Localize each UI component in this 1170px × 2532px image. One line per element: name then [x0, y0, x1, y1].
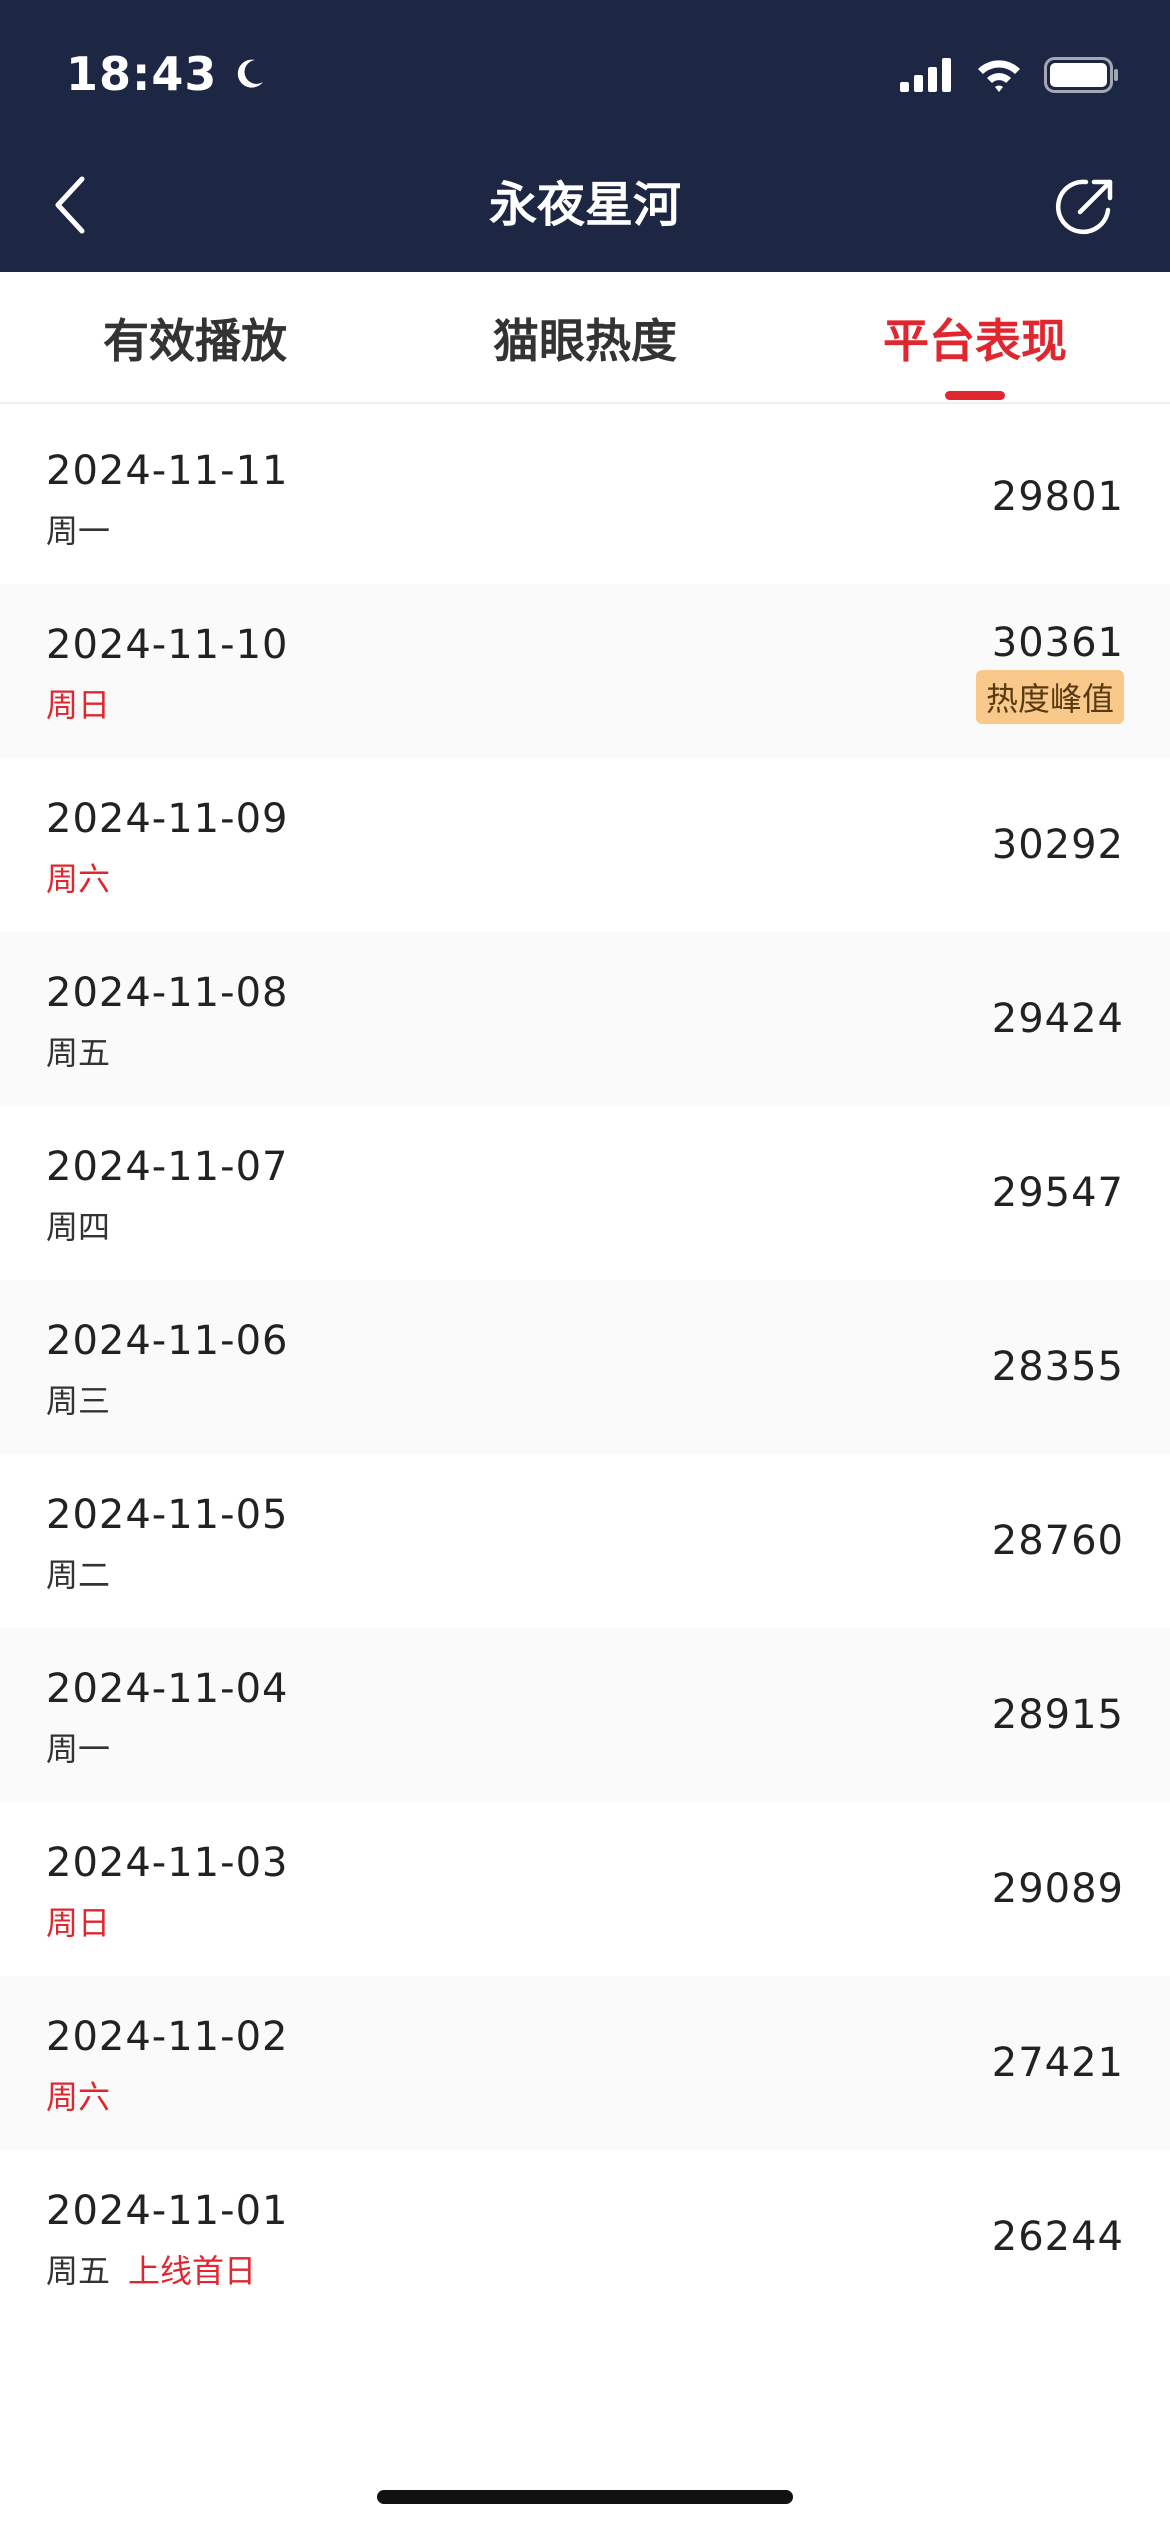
list-item[interactable]: 2024-11-10 周日 30361 热度峰值: [0, 584, 1170, 758]
cellular-signal-icon: [900, 58, 951, 92]
row-value: 28355: [991, 1344, 1124, 1390]
top-header: 18:43 永夜星河: [0, 0, 1170, 272]
tab-bar: 有效播放 猫眼热度 平台表现: [0, 272, 1170, 404]
list-item[interactable]: 2024-11-11 周一 29801: [0, 410, 1170, 584]
row-weekday: 周日: [46, 686, 111, 724]
row-date: 2024-11-08: [46, 970, 289, 1016]
row-date: 2024-11-07: [46, 1144, 289, 1190]
row-date: 2024-11-02: [46, 2014, 289, 2060]
peak-badge: 热度峰值: [975, 670, 1124, 724]
row-date: 2024-11-04: [46, 1666, 289, 1712]
row-weekday: 周六: [46, 860, 111, 898]
page-title: 永夜星河: [488, 177, 681, 233]
row-value: 30361: [991, 620, 1124, 666]
list-item[interactable]: 2024-11-09 周六 30292: [0, 758, 1170, 932]
row-date: 2024-11-11: [46, 448, 289, 494]
row-value: 28760: [991, 1518, 1124, 1564]
share-icon: [1056, 179, 1113, 235]
row-date: 2024-11-01: [46, 2188, 289, 2234]
row-weekday: 周二: [46, 1556, 111, 1594]
row-date: 2024-11-03: [46, 1840, 289, 1886]
row-weekday: 周五: [46, 1034, 111, 1072]
row-value: 30292: [991, 822, 1124, 868]
list-item[interactable]: 2024-11-06 周三 28355: [0, 1280, 1170, 1454]
row-value: 29547: [991, 1170, 1124, 1216]
share-button[interactable]: [1050, 172, 1120, 242]
row-weekday: 周三: [46, 1382, 111, 1420]
row-weekday: 周一: [46, 512, 111, 550]
time-text: 18:43: [66, 47, 218, 101]
row-date: 2024-11-10: [46, 622, 289, 668]
row-weekday: 周四: [46, 1208, 111, 1246]
row-weekday: 周六: [46, 2078, 111, 2116]
tab-maoyan-heat[interactable]: 猫眼热度: [390, 272, 780, 404]
list-item[interactable]: 2024-11-08 周五 29424: [0, 932, 1170, 1106]
row-date: 2024-11-09: [46, 796, 289, 842]
list-item[interactable]: 2024-11-05 周二 28760: [0, 1454, 1170, 1628]
daily-list: 2024-11-11 周一 29801 2024-11-10 周日 30361 …: [0, 410, 1170, 2324]
moon-icon: [238, 59, 264, 88]
wifi-icon: [978, 60, 1020, 92]
list-item[interactable]: 2024-11-02 周六 27421: [0, 1976, 1170, 2150]
row-weekday: 周日: [46, 1904, 111, 1942]
list-item[interactable]: 2024-11-07 周四 29547: [0, 1106, 1170, 1280]
tab-effective-plays[interactable]: 有效播放: [0, 272, 390, 404]
row-value: 27421: [991, 2040, 1124, 2086]
status-bar-icons: [900, 52, 1120, 98]
battery-icon: [1044, 57, 1118, 93]
home-indicator[interactable]: [377, 2490, 793, 2504]
row-value: 29089: [991, 1866, 1124, 1912]
active-tab-indicator: [945, 391, 1005, 400]
row-value: 29801: [991, 474, 1124, 520]
row-value: 26244: [991, 2214, 1124, 2260]
list-item[interactable]: 2024-11-04 周一 28915: [0, 1628, 1170, 1802]
status-bar-time: 18:43: [66, 44, 267, 104]
row-date: 2024-11-06: [46, 1318, 289, 1364]
row-value: 29424: [991, 996, 1124, 1042]
list-item[interactable]: 2024-11-01 周五 上线首日 26244: [0, 2150, 1170, 2324]
launch-day-label: 上线首日: [128, 2252, 257, 2290]
row-date: 2024-11-05: [46, 1492, 289, 1538]
row-weekday: 周五: [46, 2252, 111, 2290]
tab-platform-performance[interactable]: 平台表现: [780, 272, 1170, 404]
row-value: 28915: [991, 1692, 1124, 1738]
list-item[interactable]: 2024-11-03 周日 29089: [0, 1802, 1170, 1976]
row-weekday: 周一: [46, 1730, 111, 1768]
